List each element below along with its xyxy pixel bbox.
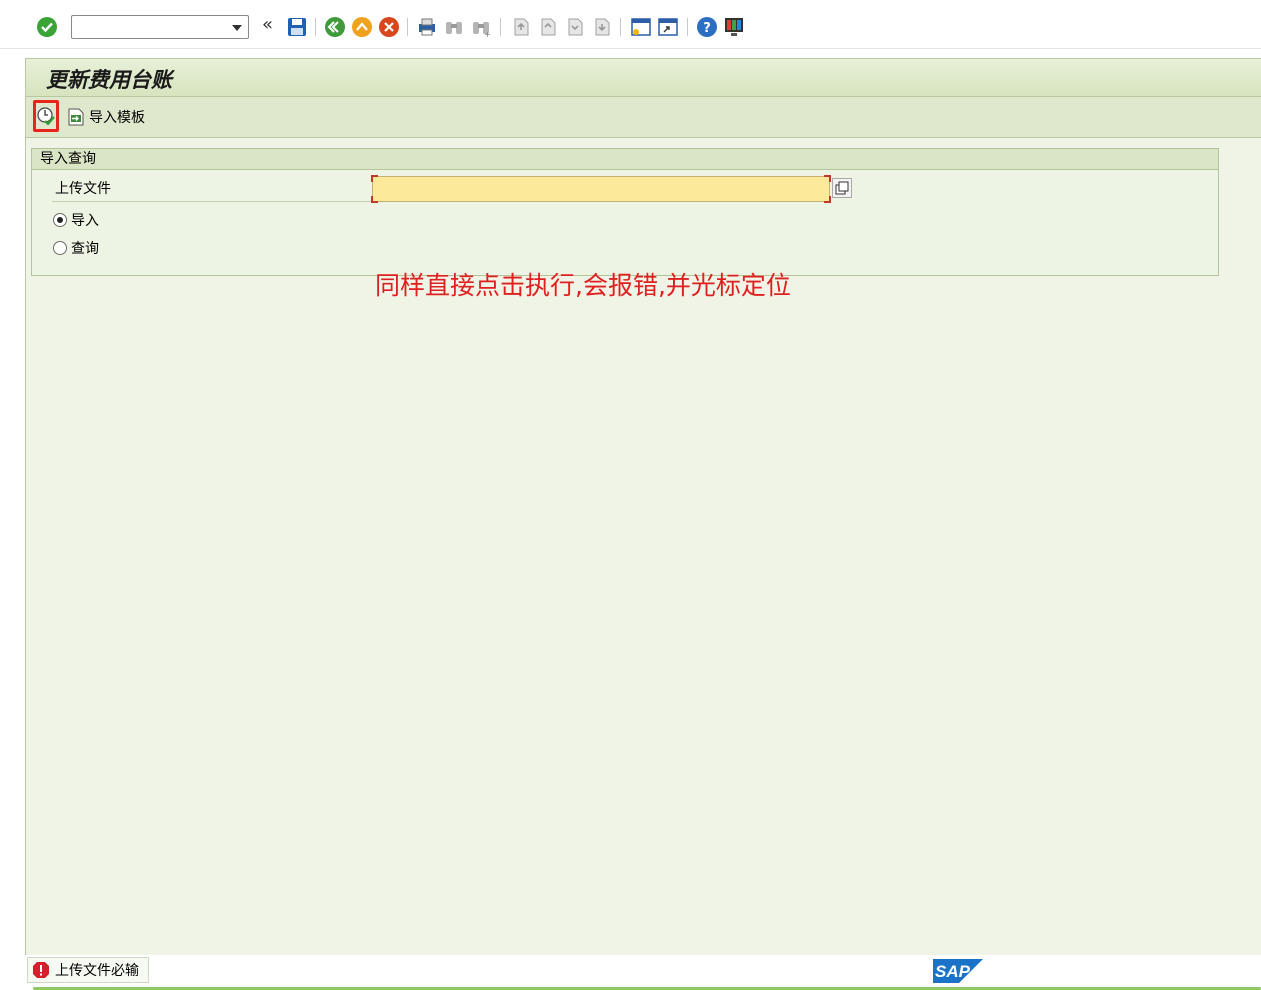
save-icon[interactable] [286,16,308,38]
radio-query[interactable]: 查询 [53,238,99,258]
annotation-text: 同样直接点击执行,会报错,并光标定位 [375,271,791,300]
upload-file-label: 上传文件 [52,179,371,202]
new-session-icon[interactable] [630,16,652,38]
svg-text:?: ? [703,21,711,36]
sap-logo: SAP [933,959,983,983]
toolbar-divider [620,18,621,36]
find-icon[interactable] [443,16,465,38]
radio-query-button[interactable] [53,241,67,255]
title-bar: 更新费用台账 [26,59,1261,97]
value-help-button[interactable] [832,178,852,198]
system-toolbar: « + ? [0,0,1261,49]
page-title: 更新费用台账 [46,67,172,92]
customize-layout-icon[interactable] [723,16,745,38]
back-icon[interactable] [324,16,346,38]
status-message[interactable]: 上传文件必输 [27,957,149,983]
radio-import[interactable]: 导入 [53,210,99,230]
upload-file-field[interactable] [371,175,831,203]
previous-page-icon[interactable] [537,16,559,38]
history-arrows-icon[interactable]: « [262,14,273,35]
first-page-icon[interactable] [510,16,532,38]
status-message-text: 上传文件必输 [55,963,139,979]
radio-query-label: 查询 [71,241,99,257]
radio-import-label: 导入 [71,213,99,229]
import-template-button[interactable]: 导入模板 [66,105,145,129]
radio-selected-dot [57,217,63,223]
execute-button[interactable] [33,100,59,132]
main-screen: 更新费用台账 导入模板 导入查询 上传文件 导入 查询 [25,58,1261,955]
focus-corner [824,175,831,182]
focus-corner [371,175,378,182]
find-next-icon[interactable]: + [470,16,492,38]
svg-text:+: + [484,30,491,38]
last-page-icon[interactable] [591,16,613,38]
cancel-icon[interactable] [378,16,400,38]
value-help-icon [835,181,849,195]
command-input[interactable] [76,17,230,39]
print-icon[interactable] [416,16,438,38]
toolbar-divider [407,18,408,36]
group-title: 导入查询 [32,149,1218,170]
status-bar: 上传文件必输 SAP [25,955,1261,990]
application-toolbar: 导入模板 [26,97,1261,138]
help-icon[interactable]: ? [696,16,718,38]
import-template-label: 导入模板 [89,110,145,126]
error-icon [33,962,49,978]
shortcut-icon[interactable] [657,16,679,38]
upload-file-input[interactable] [373,177,829,201]
execute-clock-icon [37,107,55,125]
next-page-icon[interactable] [564,16,586,38]
import-query-group: 导入查询 上传文件 导入 查询 [31,148,1219,276]
radio-import-button[interactable] [53,213,67,227]
chevron-down-icon[interactable] [232,25,242,31]
exit-icon[interactable] [351,16,373,38]
focus-corner [371,196,378,203]
focus-corner [824,196,831,203]
enter-check-icon[interactable] [36,16,58,38]
import-template-icon [68,108,84,126]
command-field[interactable] [71,15,249,39]
toolbar-divider [315,18,316,36]
sap-logo-text: SAP [935,962,971,981]
toolbar-divider [500,18,501,36]
toolbar-divider [687,18,688,36]
